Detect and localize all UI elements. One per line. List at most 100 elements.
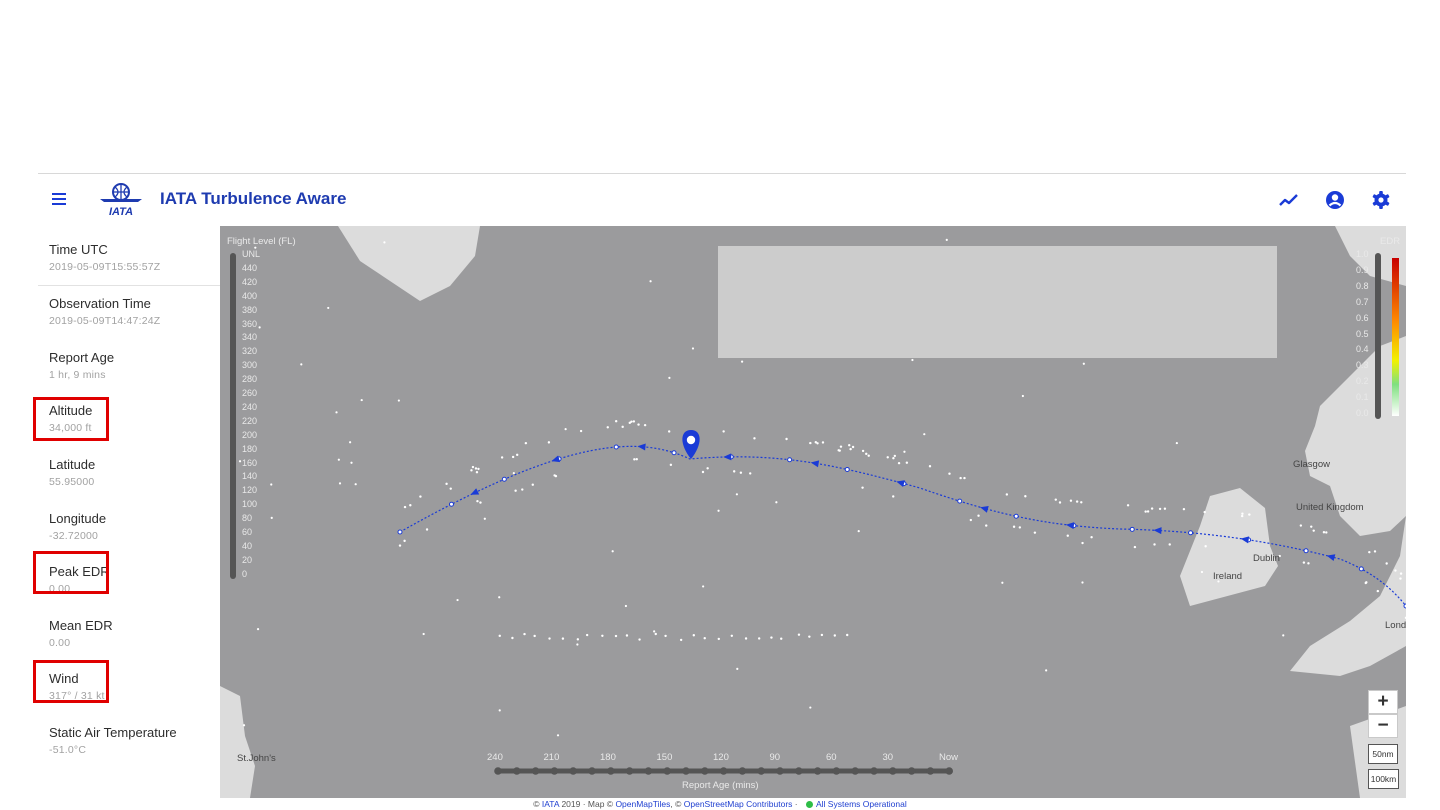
- report-point: [556, 734, 560, 737]
- zoom-in-button[interactable]: +: [1368, 690, 1398, 714]
- report-point: [614, 634, 618, 638]
- route-direction-arrow: [1153, 527, 1162, 535]
- report-point: [861, 486, 864, 489]
- flight-details-panel: Time UTC 2019-05-09T15:55:57Z Observatio…: [38, 226, 220, 798]
- report-point: [985, 524, 988, 527]
- report-age-tick: 240: [487, 752, 503, 763]
- report-point: [338, 482, 342, 485]
- report-point: [892, 495, 895, 498]
- report-point: [479, 501, 482, 504]
- report-point: [732, 470, 736, 473]
- report-point: [785, 437, 788, 441]
- report-point: [905, 461, 909, 464]
- report-point: [524, 441, 528, 445]
- flight-level-tick: 440: [242, 262, 258, 273]
- report-point: [1163, 507, 1167, 510]
- edr-tick: 1.0: [1356, 249, 1369, 259]
- report-point: [1066, 534, 1069, 537]
- report-point: [409, 504, 412, 507]
- edr-tick: 0.1: [1356, 392, 1369, 403]
- report-point: [849, 447, 852, 451]
- report-point: [637, 423, 640, 426]
- report-point: [515, 453, 519, 457]
- edr-title: EDR: [1380, 236, 1401, 247]
- zoom-out-button[interactable]: −: [1368, 714, 1398, 738]
- report-point: [360, 398, 363, 402]
- report-point: [397, 399, 400, 402]
- report-point: [425, 528, 429, 531]
- highlight-box-peak-edr: [33, 551, 109, 594]
- place-label-st-johns: St.John's: [237, 753, 276, 764]
- report-point: [1302, 561, 1306, 564]
- report-point: [808, 635, 811, 638]
- report-age-tick: 120: [713, 752, 729, 763]
- footer-copyright: ©: [533, 799, 542, 809]
- app-title: IATA Turbulence Aware: [160, 189, 347, 208]
- report-point: [963, 476, 966, 480]
- slider-stop: [644, 767, 653, 775]
- report-point: [611, 550, 614, 553]
- settings-gear-icon[interactable]: [1369, 188, 1393, 212]
- iata-link[interactable]: IATA: [542, 799, 559, 809]
- report-age-tick: 210: [543, 752, 560, 763]
- trend-chart-icon[interactable]: [1277, 188, 1301, 212]
- field-label: Mean EDR: [49, 618, 113, 633]
- place-label-united-kingdom: United Kingdom: [1296, 502, 1364, 513]
- report-point: [601, 634, 604, 637]
- report-point: [775, 501, 778, 504]
- edr-tick: 0.6: [1356, 312, 1369, 323]
- openmaptiles-link[interactable]: OpenMapTiles: [615, 799, 670, 809]
- report-point: [753, 437, 756, 440]
- route-point: [844, 466, 850, 472]
- report-age-tick: 90: [769, 752, 781, 763]
- report-point: [945, 238, 948, 241]
- report-point: [1322, 531, 1326, 534]
- report-point: [498, 596, 501, 599]
- report-point: [256, 627, 260, 631]
- route-point: [1188, 530, 1194, 536]
- route-point: [1358, 566, 1364, 572]
- report-age-tick: Now: [939, 752, 959, 763]
- slider-stop: [550, 767, 559, 775]
- slider-stop: [926, 767, 935, 775]
- report-point: [1200, 570, 1204, 574]
- route-point: [1303, 548, 1309, 554]
- route-direction-arrow: [723, 453, 732, 461]
- report-point: [350, 461, 353, 464]
- slider-stop: [776, 767, 784, 775]
- report-point: [585, 633, 589, 637]
- report-point: [664, 634, 667, 638]
- report-point: [1081, 581, 1084, 584]
- report-point: [749, 472, 752, 475]
- flight-level-tick: 380: [242, 304, 258, 315]
- report-point: [739, 471, 743, 474]
- report-point: [851, 445, 855, 449]
- report-point: [722, 430, 725, 433]
- slider-stop: [832, 767, 841, 775]
- system-status-link[interactable]: All Systems Operational: [816, 799, 907, 809]
- report-point: [1021, 394, 1024, 398]
- route-point: [1129, 526, 1135, 532]
- report-point: [483, 517, 486, 520]
- report-point: [1080, 501, 1083, 504]
- report-point: [548, 637, 551, 640]
- edr-tick: 0.2: [1356, 376, 1369, 387]
- route-point: [787, 457, 793, 463]
- openstreetmap-link[interactable]: OpenStreetMap Contributors: [684, 799, 793, 809]
- report-point: [635, 458, 638, 461]
- report-point: [1133, 545, 1137, 549]
- footer-separator: , ©: [670, 799, 684, 809]
- report-point: [969, 518, 973, 522]
- route-point: [613, 444, 619, 450]
- report-point: [821, 441, 825, 444]
- map-canvas[interactable]: Flight Level (FL) UNL 440 420 400 380 360 340 3…: [220, 226, 1406, 798]
- slider-stop: [945, 767, 953, 775]
- report-point: [730, 634, 734, 637]
- menu-icon[interactable]: [52, 190, 72, 210]
- flight-level-tick: 20: [242, 554, 253, 565]
- account-icon[interactable]: [1323, 188, 1347, 212]
- field-label: Static Air Temperature: [49, 725, 177, 740]
- report-age-title: Report Age (mins): [682, 780, 759, 791]
- report-point: [1045, 669, 1048, 672]
- footer-dot-separator: ·: [792, 799, 800, 809]
